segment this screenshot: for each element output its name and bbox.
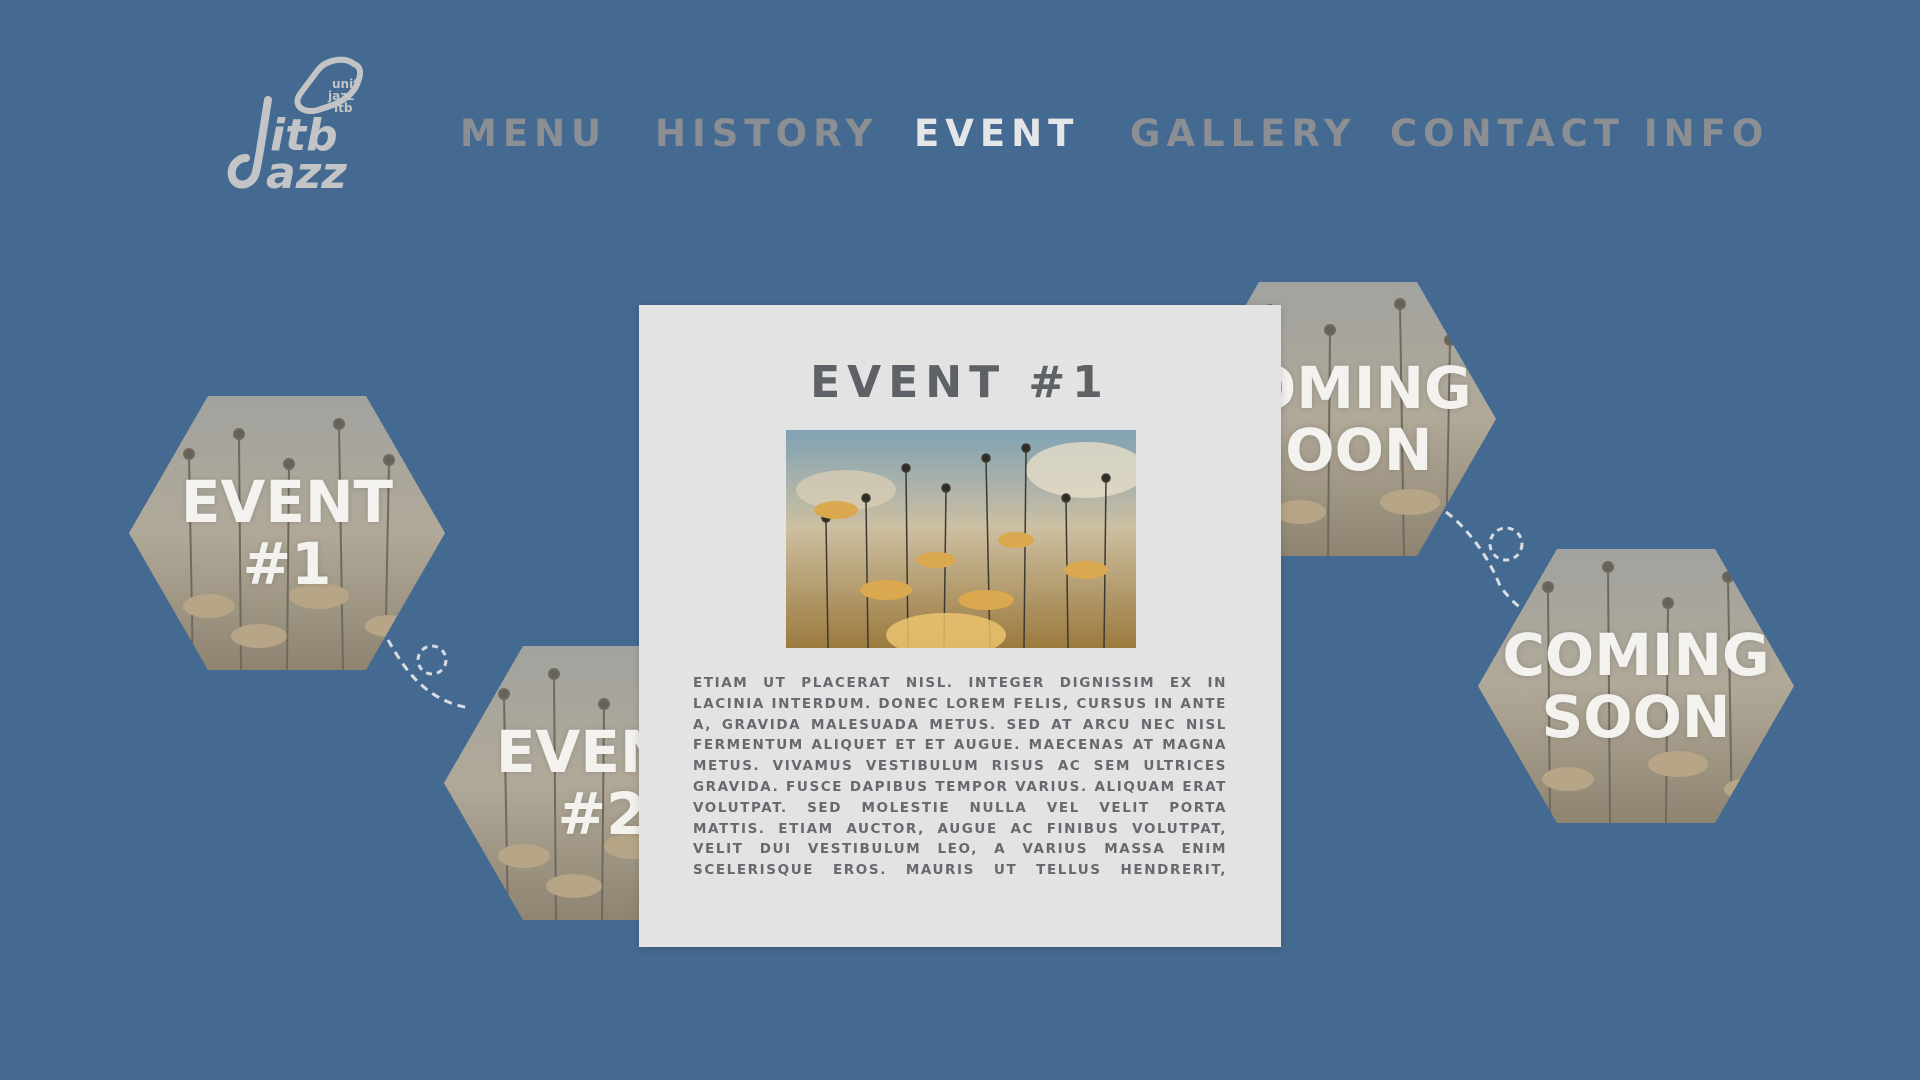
- event-photo: [786, 430, 1136, 648]
- nav-item-history[interactable]: HISTORY: [655, 112, 878, 155]
- hex-label: EVENT #1: [129, 471, 445, 595]
- event-description: Etiam ut placerat nisl. Integer dignissi…: [693, 675, 1227, 883]
- hex-label-line2: SOON: [1541, 683, 1731, 751]
- hex-coming-soon-2[interactable]: COMING SOON: [1478, 549, 1794, 823]
- hex-event-1[interactable]: EVENT #1: [129, 396, 445, 670]
- nav-item-event[interactable]: EVENT: [914, 112, 1079, 155]
- hex-label-line1: COMING: [1502, 621, 1770, 689]
- nav-item-menu[interactable]: MENU: [460, 112, 607, 155]
- hex-label: COMING SOON: [1478, 624, 1794, 748]
- event-detail-card: EVENT #1 ETIAM UT PLACERAT NISL. INTEGER…: [639, 305, 1281, 947]
- event-title: EVENT #1: [810, 357, 1110, 408]
- nav-item-gallery[interactable]: GALLERY: [1130, 112, 1357, 155]
- event-page: unit jazz itb itb azz MENU HISTORY EVENT…: [0, 0, 1920, 1080]
- main-nav: MENU HISTORY EVENT GALLERY CONTACT INFO: [0, 112, 1920, 162]
- nav-item-contact-info[interactable]: CONTACT INFO: [1390, 112, 1769, 155]
- hex-label-line1: EVENT: [180, 468, 394, 536]
- hex-label-line2: #1: [242, 530, 332, 598]
